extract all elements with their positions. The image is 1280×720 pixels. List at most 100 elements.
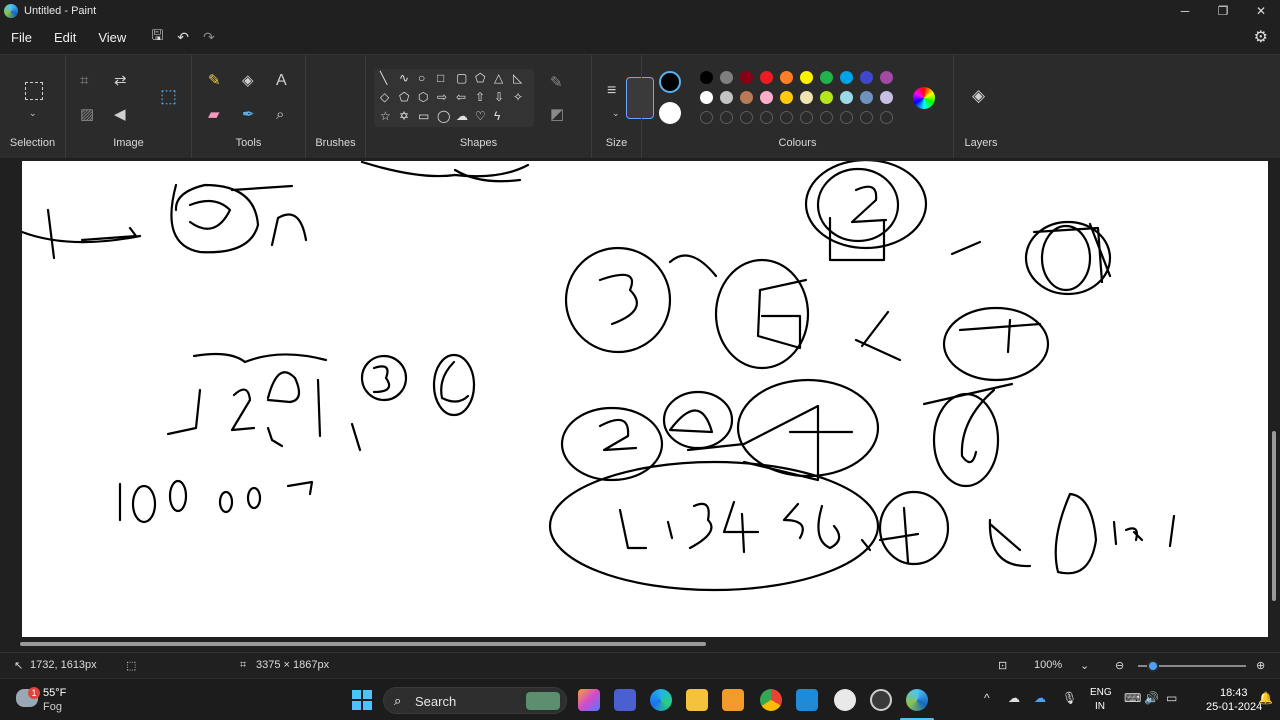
settings-gear-icon[interactable]: ⚙	[1254, 27, 1268, 47]
four-point-star-shape-icon[interactable]: ✧	[513, 90, 523, 104]
colour-swatch[interactable]	[880, 71, 893, 84]
sublime-text-icon[interactable]	[722, 689, 744, 711]
language-in[interactable]: IN	[1095, 701, 1105, 712]
windows-start-icon[interactable]	[352, 690, 372, 710]
onedrive-cloud-icon[interactable]: ☁	[1008, 691, 1020, 705]
clock-date[interactable]: 25-01-2024	[1206, 701, 1262, 713]
secondary-color-swatch[interactable]	[659, 102, 681, 124]
resize-icon[interactable]: ⇄	[114, 73, 127, 89]
edge-browser-icon[interactable]	[650, 689, 672, 711]
triangle-shape-icon[interactable]: △	[494, 71, 503, 85]
colour-swatch[interactable]	[840, 91, 853, 104]
close-button[interactable]: ✕	[1242, 0, 1280, 22]
settings-app-icon[interactable]	[870, 689, 892, 711]
chrome-icon[interactable]	[760, 689, 782, 711]
menu-file[interactable]: File	[11, 30, 32, 45]
taskbar-search-box[interactable]: ⌕ Search	[383, 687, 567, 714]
fill-icon[interactable]: ◩	[550, 107, 564, 123]
teams-icon[interactable]	[614, 689, 636, 711]
oval-shape-icon[interactable]: ○	[418, 71, 425, 85]
clock-time[interactable]: 18:43	[1220, 687, 1248, 699]
colour-swatch[interactable]	[780, 91, 793, 104]
vertical-scrollbar[interactable]	[1270, 158, 1278, 652]
horizontal-scrollbar[interactable]	[0, 639, 1270, 649]
right-triangle-shape-icon[interactable]: ◺	[513, 71, 522, 85]
colour-swatch[interactable]	[720, 71, 733, 84]
diamond-shape-icon[interactable]: ◇	[380, 90, 389, 104]
zoom-dropdown-chevron-icon[interactable]: ⌄	[1080, 659, 1089, 672]
minimize-button[interactable]: ─	[1166, 0, 1204, 22]
outline-icon[interactable]: ✎	[550, 75, 563, 91]
file-explorer-icon[interactable]	[686, 689, 708, 711]
stroke-size-icon[interactable]: ≡	[607, 83, 616, 99]
drawing-canvas[interactable]	[22, 161, 1268, 637]
colour-swatch[interactable]	[740, 71, 753, 84]
colour-swatch[interactable]	[780, 71, 793, 84]
horizontal-scroll-thumb[interactable]	[20, 642, 706, 646]
hexagon-shape-icon[interactable]: ⬡	[418, 90, 428, 104]
up-arrow-shape-icon[interactable]: ⇧	[475, 90, 485, 104]
color-picker-icon[interactable]: ✒	[242, 107, 255, 123]
colour-swatch[interactable]	[700, 91, 713, 104]
custom-colour-slot[interactable]	[760, 111, 773, 124]
whatsapp-icon[interactable]	[834, 689, 856, 711]
colour-swatch[interactable]	[700, 71, 713, 84]
left-arrow-shape-icon[interactable]: ⇦	[456, 90, 466, 104]
heart-shape-icon[interactable]: ♡	[475, 109, 486, 123]
maximize-button[interactable]: ❐	[1204, 0, 1242, 22]
colour-swatch[interactable]	[800, 71, 813, 84]
magnifier-icon[interactable]: ⌕	[276, 107, 284, 123]
select-all-icon[interactable]: ▨	[80, 107, 94, 123]
eraser-icon[interactable]: ▰	[208, 107, 220, 123]
custom-colour-slot[interactable]	[700, 111, 713, 124]
zoom-out-icon[interactable]: ⊖	[1115, 659, 1124, 672]
rounded-rectangle-shape-icon[interactable]: ▢	[456, 71, 467, 85]
colour-swatch[interactable]	[880, 91, 893, 104]
six-point-star-shape-icon[interactable]: ✡	[399, 109, 409, 123]
rect-callout-shape-icon[interactable]: ▭	[418, 109, 429, 123]
copilot-icon[interactable]	[578, 689, 600, 711]
custom-colour-slot[interactable]	[740, 111, 753, 124]
battery-icon[interactable]: ▭	[1166, 691, 1177, 705]
save-icon[interactable]: 🖫	[151, 25, 163, 49]
layers-icon[interactable]: ◈	[972, 87, 985, 104]
text-tool-icon[interactable]: A	[276, 73, 287, 89]
crop-icon[interactable]: ⌗	[80, 73, 88, 89]
colour-swatch[interactable]	[740, 91, 753, 104]
cloud-callout-shape-icon[interactable]: ☁	[456, 109, 468, 123]
custom-colour-slot[interactable]	[820, 111, 833, 124]
menu-edit[interactable]: Edit	[54, 30, 76, 45]
zoom-level[interactable]: 100%	[1034, 659, 1062, 671]
notification-bell-icon[interactable]: 🔔	[1258, 691, 1273, 705]
custom-colour-slot[interactable]	[780, 111, 793, 124]
colour-swatch[interactable]	[840, 71, 853, 84]
fill-bucket-icon[interactable]: ◈	[242, 73, 254, 89]
lightning-shape-icon[interactable]: ϟ	[494, 109, 500, 123]
custom-colour-slot[interactable]	[800, 111, 813, 124]
chevron-down-icon[interactable]: ⌄	[29, 105, 37, 121]
menu-view[interactable]: View	[98, 30, 126, 45]
chevron-down-icon[interactable]: ⌄	[612, 105, 620, 121]
show-hidden-icons-chevron[interactable]: ^	[984, 691, 990, 705]
colour-swatch[interactable]	[820, 71, 833, 84]
colour-swatch[interactable]	[800, 91, 813, 104]
colour-swatch[interactable]	[760, 91, 773, 104]
fit-to-window-icon[interactable]: ⊡	[998, 659, 1007, 672]
undo-icon[interactable]: ↶	[177, 29, 189, 46]
image-resize-icon[interactable]: ⬚	[160, 87, 177, 105]
colour-swatch[interactable]	[820, 91, 833, 104]
vscode-icon[interactable]	[796, 689, 818, 711]
colour-swatch[interactable]	[720, 91, 733, 104]
primary-color-swatch[interactable]	[659, 71, 681, 93]
curve-shape-icon[interactable]: ∿	[399, 71, 409, 85]
colour-swatch[interactable]	[860, 91, 873, 104]
custom-colour-slot[interactable]	[880, 111, 893, 124]
colour-swatch[interactable]	[760, 71, 773, 84]
zoom-slider-thumb[interactable]	[1147, 660, 1159, 672]
polygon-shape-icon[interactable]: ⬠	[475, 71, 485, 85]
down-arrow-shape-icon[interactable]: ⇩	[494, 90, 504, 104]
volume-icon[interactable]: 🔊	[1144, 691, 1159, 705]
colour-swatch[interactable]	[860, 71, 873, 84]
rotate-icon[interactable]: ◀	[114, 107, 126, 123]
right-arrow-shape-icon[interactable]: ⇨	[437, 90, 447, 104]
